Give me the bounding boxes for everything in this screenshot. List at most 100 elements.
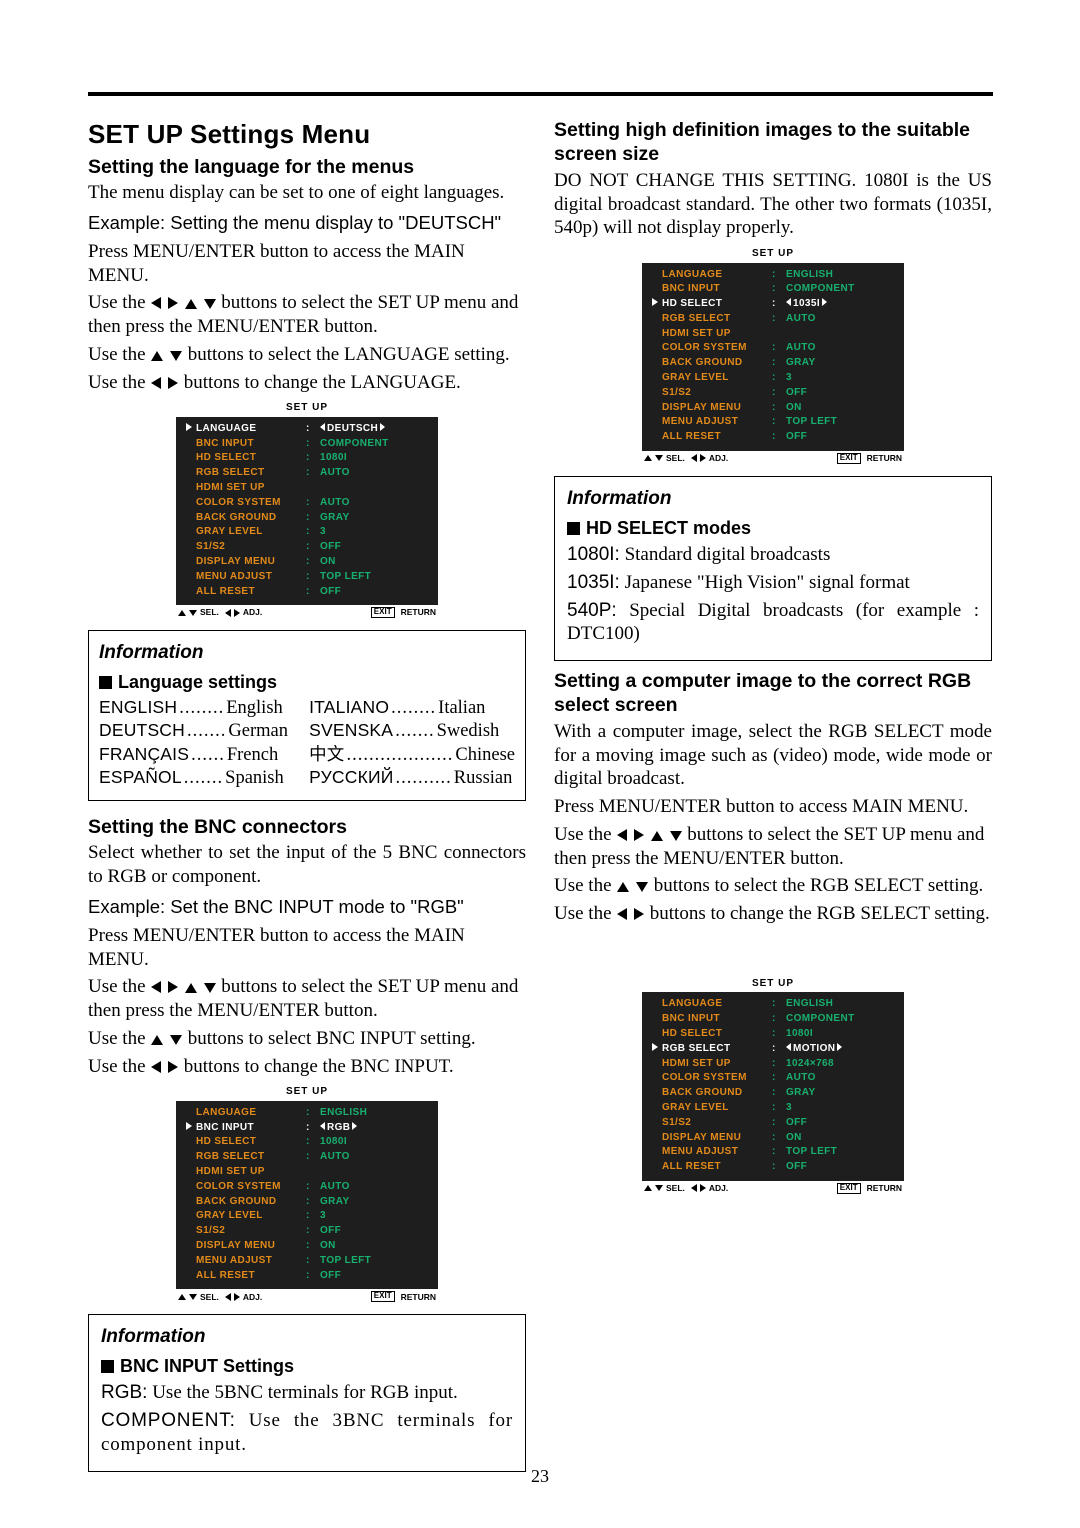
- osd-row: MENU ADJUST:TOP LEFT: [186, 570, 428, 585]
- footer-return: RETURN: [401, 1292, 436, 1303]
- hd-1080i-label: 1080I:: [567, 544, 620, 565]
- bnc-step3a: Use the: [88, 1028, 150, 1049]
- arrow-left-icon: [617, 829, 627, 841]
- osd-row: BACK GROUND:GRAY: [186, 1195, 428, 1210]
- rgb-step4b: buttons to change the RGB SELECT setting…: [645, 903, 990, 924]
- osd-title: SET UP: [176, 402, 438, 415]
- osd-menu-language: SET UP LANGUAGE:DEUTSCHBNC INPUT:COMPONE…: [176, 402, 438, 618]
- arrow-right-icon: [168, 297, 178, 309]
- osd-row: LANGUAGE:DEUTSCH: [186, 422, 428, 437]
- osd-row: GRAY LEVEL:3: [186, 1209, 428, 1224]
- osd-row: COLOR SYSTEM:AUTO: [652, 341, 894, 356]
- hd-1035i-desc: Japanese "High Vision" signal format: [620, 572, 910, 593]
- lang-step2: Use the buttons to select the SET UP men…: [88, 291, 526, 339]
- left-column: SET UP Settings Menu Setting the languag…: [88, 118, 526, 1472]
- lang-step3: Use the buttons to select the LANGUAGE s…: [88, 343, 526, 367]
- osd-row: HDMI SET UP:1024×768: [652, 1057, 894, 1072]
- osd-row: COLOR SYSTEM:AUTO: [652, 1071, 894, 1086]
- hd-540p-desc: Special Digital broadcasts (for example …: [567, 600, 979, 645]
- footer-exit: EXIT: [371, 607, 395, 618]
- arrow-up-icon: [644, 1185, 652, 1191]
- bnc-rgb-label: RGB:: [101, 1382, 147, 1403]
- arrow-right-icon: [234, 609, 240, 617]
- lang-step3b: buttons to select the LANGUAGE setting.: [183, 344, 510, 365]
- osd-footer: SEL. ADJ. EXITRETURN: [176, 1289, 438, 1302]
- rule-top: [88, 92, 993, 96]
- osd-body: LANGUAGE:ENGLISHBNC INPUT:COMPONENTHD SE…: [642, 992, 904, 1181]
- osd-row: RGB SELECT:MOTION: [652, 1042, 894, 1057]
- arrow-down-icon: [655, 455, 663, 461]
- hd-1035i-label: 1035I:: [567, 572, 620, 593]
- info-box-hd: Information HD SELECT modes 1080I: Stand…: [554, 476, 992, 661]
- osd-row: MENU ADJUST:TOP LEFT: [186, 1254, 428, 1269]
- footer-exit: EXIT: [837, 1183, 861, 1194]
- osd-row: LANGUAGE:ENGLISH: [652, 997, 894, 1012]
- rgb-intro: With a computer image, select the RGB SE…: [554, 720, 992, 791]
- osd-row: BACK GROUND:GRAY: [652, 1086, 894, 1101]
- osd-row: DISPLAY MENU:ON: [186, 1239, 428, 1254]
- rgb-step3a: Use the: [554, 875, 616, 896]
- osd-row: ALL RESET:OFF: [652, 1160, 894, 1175]
- osd-row: S1/S2:OFF: [652, 1116, 894, 1131]
- osd-row: BNC INPUT:COMPONENT: [652, 1012, 894, 1027]
- arrow-right-icon: [234, 1293, 240, 1301]
- osd-body: LANGUAGE:ENGLISHBNC INPUT:COMPONENTHD SE…: [642, 263, 904, 452]
- osd-row: HD SELECT:1080I: [186, 451, 428, 466]
- osd-row: HD SELECT:1080I: [186, 1135, 428, 1150]
- arrow-up-icon: [651, 831, 663, 841]
- bnc-rgb-desc: Use the 5BNC terminals for RGB input.: [147, 1382, 457, 1403]
- osd-row: RGB SELECT:AUTO: [652, 312, 894, 327]
- arrow-down-icon: [204, 983, 216, 993]
- footer-adj: ADJ.: [243, 607, 262, 618]
- osd-body: LANGUAGE:ENGLISHBNC INPUT:RGBHD SELECT:1…: [176, 1101, 438, 1290]
- hd-intro: DO NOT CHANGE THIS SETTING. 1080I is the…: [554, 169, 992, 240]
- page-number: 23: [0, 1465, 1080, 1488]
- arrow-up-icon: [151, 1035, 163, 1045]
- bnc-step4: Use the buttons to change the BNC INPUT.: [88, 1055, 526, 1079]
- lang-intro: The menu display can be set to one of ei…: [88, 181, 526, 205]
- osd-row: BACK GROUND:GRAY: [652, 356, 894, 371]
- osd-row: ALL RESET:OFF: [186, 1269, 428, 1284]
- osd-row: GRAY LEVEL:3: [186, 525, 428, 540]
- footer-sel: SEL.: [666, 1183, 685, 1194]
- arrow-down-icon: [189, 610, 197, 616]
- osd-row: HDMI SET UP: [186, 1165, 428, 1180]
- arrow-up-icon: [617, 882, 629, 892]
- osd-row: HD SELECT:1035I: [652, 297, 894, 312]
- hd-540p-label: 540P:: [567, 600, 617, 621]
- footer-adj: ADJ.: [243, 1292, 262, 1303]
- footer-return: RETURN: [867, 453, 902, 464]
- rgb-step4a: Use the: [554, 903, 616, 924]
- osd-row: HD SELECT:1080I: [652, 1027, 894, 1042]
- hd-1035i-line: 1035I: Japanese "High Vision" signal for…: [567, 571, 979, 595]
- osd-footer: SEL. ADJ. EXITRETURN: [642, 451, 904, 464]
- osd-footer: SEL. ADJ. EXITRETURN: [642, 1181, 904, 1194]
- arrow-up-icon: [178, 610, 186, 616]
- arrow-up-icon: [644, 455, 652, 461]
- bnc-comp-line: COMPONENT: Use the 3BNC terminals for co…: [101, 1409, 513, 1457]
- footer-exit: EXIT: [371, 1291, 395, 1302]
- info-heading: Information: [99, 641, 515, 665]
- arrow-down-icon: [204, 299, 216, 309]
- osd-row: GRAY LEVEL:3: [652, 1101, 894, 1116]
- bnc-step2: Use the buttons to select the SET UP men…: [88, 975, 526, 1023]
- right-column: Setting high definition images to the su…: [554, 118, 992, 1472]
- osd-row: RGB SELECT:AUTO: [186, 1150, 428, 1165]
- osd-row: MENU ADJUST:TOP LEFT: [652, 1145, 894, 1160]
- info-sub: Language settings: [99, 671, 515, 694]
- arrow-left-icon: [151, 1061, 161, 1073]
- osd-row: COLOR SYSTEM:AUTO: [186, 1180, 428, 1195]
- hd-1080i-line: 1080I: Standard digital broadcasts: [567, 543, 979, 567]
- osd-menu-rgb: SET UP LANGUAGE:ENGLISHBNC INPUT:COMPONE…: [642, 978, 904, 1194]
- lang-step1: Press MENU/ENTER button to access the MA…: [88, 240, 526, 288]
- osd-row: LANGUAGE:ENGLISH: [186, 1106, 428, 1121]
- osd-row: COLOR SYSTEM:AUTO: [186, 496, 428, 511]
- square-bullet-icon: [101, 1360, 114, 1373]
- arrow-left-icon: [691, 454, 697, 462]
- rgb-step3: Use the buttons to select the RGB SELECT…: [554, 874, 992, 898]
- osd-title: SET UP: [176, 1086, 438, 1099]
- footer-sel: SEL.: [666, 453, 685, 464]
- osd-title: SET UP: [642, 978, 904, 991]
- osd-row: S1/S2:OFF: [652, 386, 894, 401]
- lang-step2a: Use the: [88, 292, 150, 313]
